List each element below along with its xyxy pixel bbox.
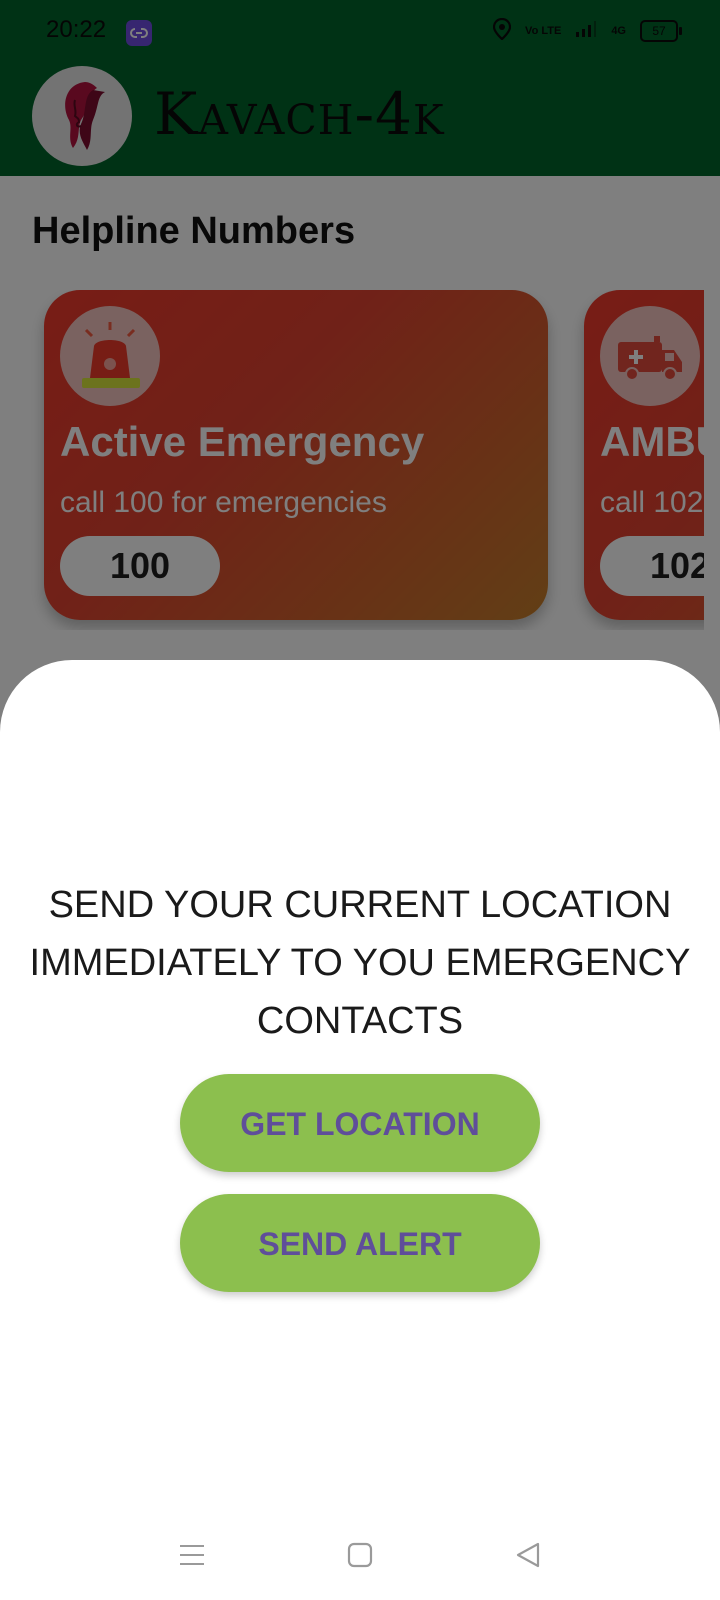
- system-nav-bar: [0, 1510, 720, 1600]
- get-location-button[interactable]: GET LOCATION: [180, 1074, 540, 1172]
- sheet-message: SEND YOUR CURRENT LOCATION IMMEDIATELY T…: [29, 884, 691, 1042]
- send-alert-button[interactable]: SEND ALERT: [180, 1194, 540, 1292]
- bottom-sheet: SEND YOUR CURRENT LOCATION IMMEDIATELY T…: [0, 660, 720, 1600]
- home-square-icon[interactable]: [336, 1531, 384, 1579]
- back-triangle-icon[interactable]: [504, 1531, 552, 1579]
- menu-icon[interactable]: [168, 1531, 216, 1579]
